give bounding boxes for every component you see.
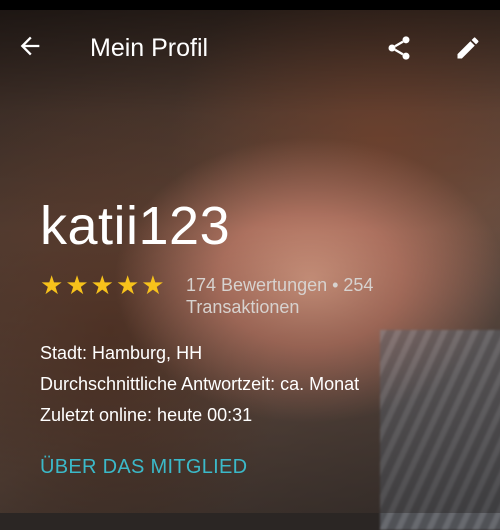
username: katii123 <box>40 196 231 256</box>
page-title: Mein Profil <box>90 34 209 62</box>
arrow-left-icon <box>20 36 40 56</box>
last-online-info: Zuletzt online: heute 00:31 <box>40 405 253 425</box>
app-bar: Mein Profil <box>0 10 500 88</box>
star-icon: ★ <box>141 270 165 300</box>
star-icon: ★ <box>90 270 114 300</box>
rating-stars: ★ ★ ★ ★ ★ <box>40 272 165 298</box>
ratings-summary: 174 Bewertungen • 254 Transaktionen <box>186 275 374 317</box>
response-time-info: Durchschnittliche Antwortzeit: ca. Monat <box>40 374 360 394</box>
pencil-icon <box>457 37 479 59</box>
edit-button[interactable] <box>448 28 488 68</box>
back-button[interactable] <box>10 26 50 66</box>
star-icon: ★ <box>115 270 140 300</box>
share-button[interactable] <box>379 28 419 68</box>
city-info: Stadt: Hamburg, HH <box>40 343 203 363</box>
share-icon <box>388 36 410 60</box>
star-icon: ★ <box>40 270 64 300</box>
star-icon: ★ <box>65 270 89 300</box>
about-member-link[interactable]: ÜBER DAS MITGLIED <box>40 456 247 479</box>
status-bar <box>0 0 500 10</box>
